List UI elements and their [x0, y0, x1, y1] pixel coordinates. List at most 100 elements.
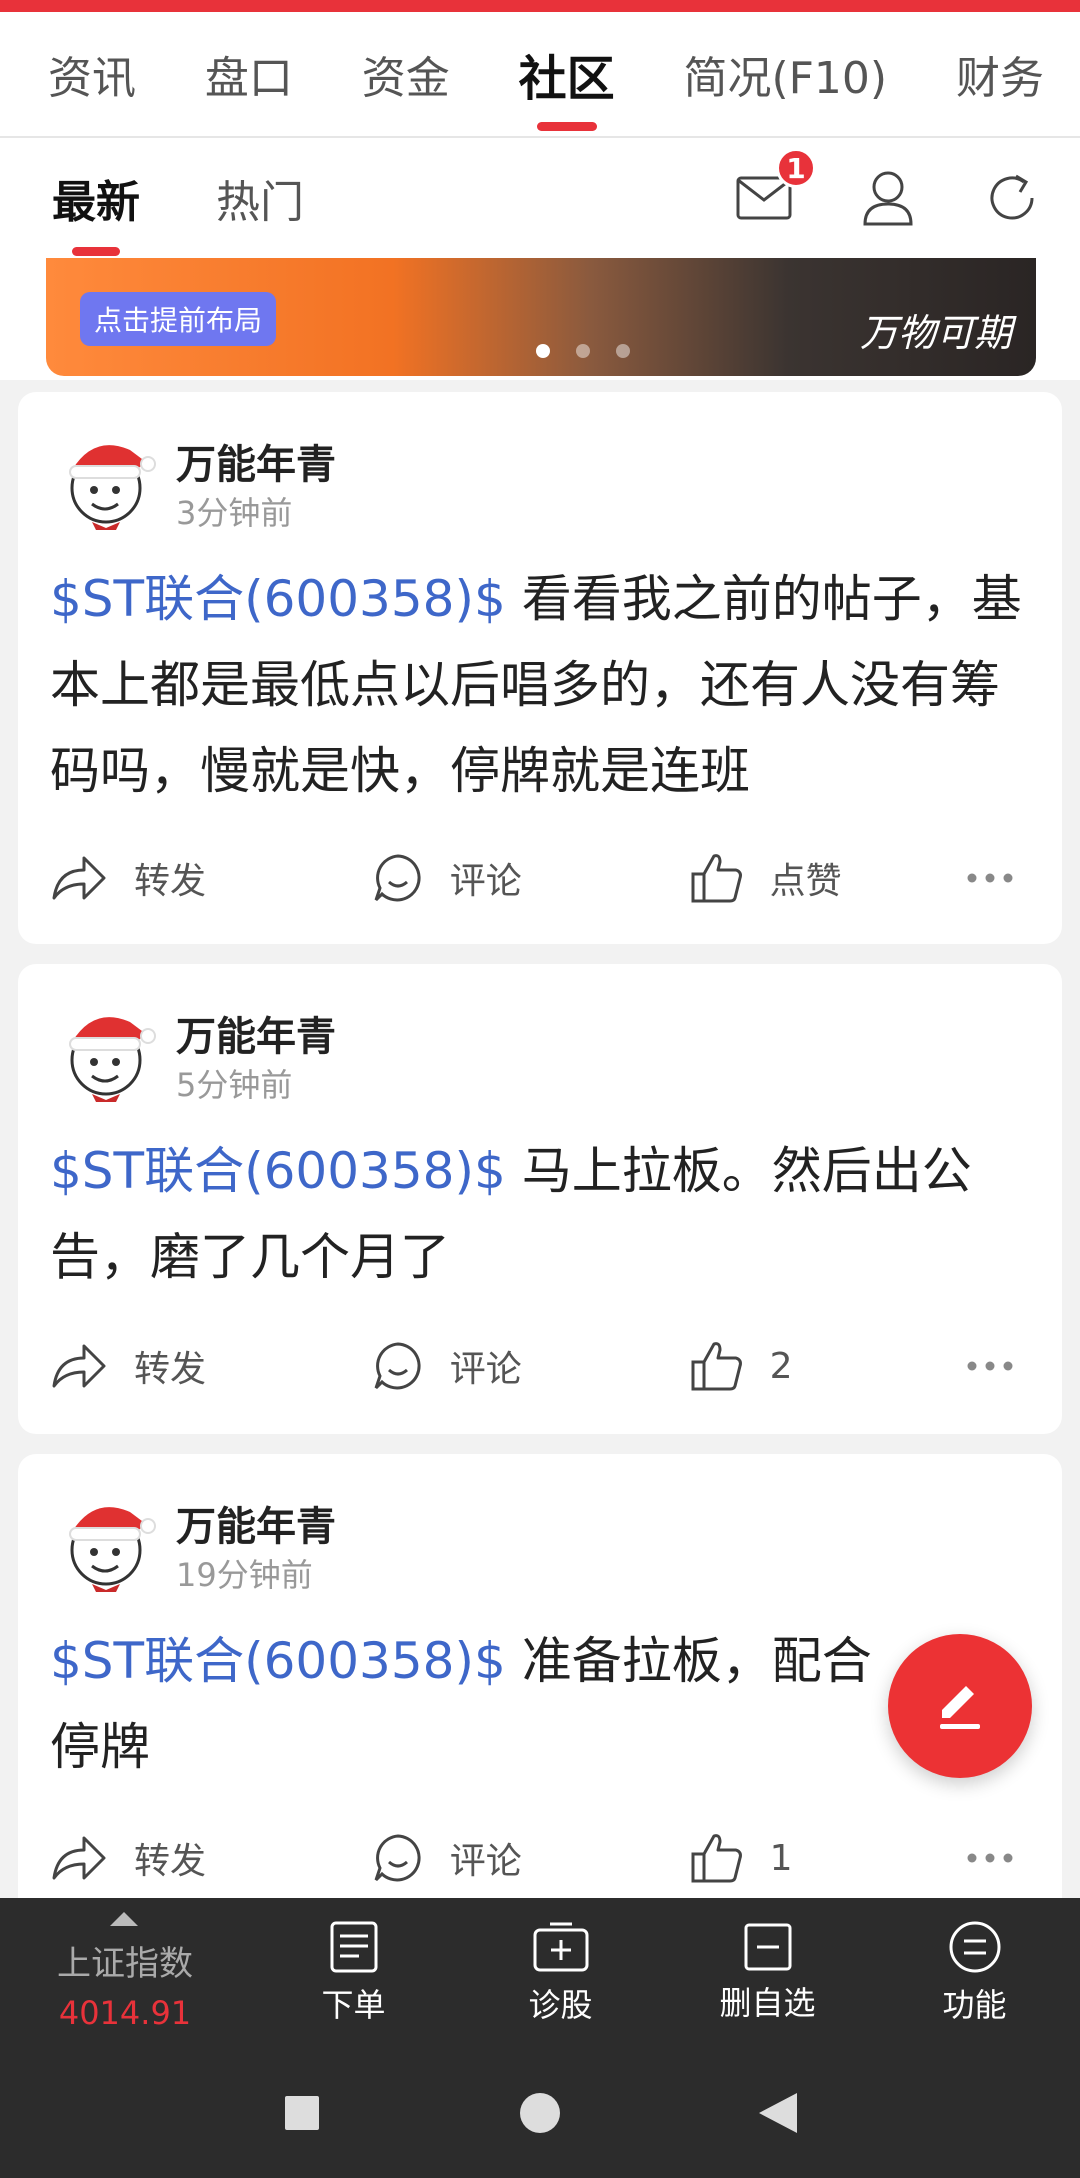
like-count: 1: [769, 1837, 793, 1879]
share-button[interactable]: 转发: [50, 852, 372, 904]
more-icon: [967, 873, 1013, 883]
diagnose-label: 诊股: [528, 1986, 593, 2024]
share-icon: [52, 1344, 106, 1388]
remove-watchlist-button[interactable]: 删自选: [664, 1898, 871, 2048]
comment-icon: [374, 854, 421, 902]
like-button[interactable]: 1: [690, 1832, 966, 1884]
bottom-toolbar: 上证指数 4014.91 下单 诊股 删自选 功能: [0, 1898, 1080, 2048]
more-button[interactable]: [966, 872, 1040, 884]
share-button[interactable]: 转发: [50, 1832, 372, 1884]
comment-icon: [374, 1834, 421, 1882]
subtab-latest[interactable]: 最新: [52, 138, 140, 258]
comment-label: 评论: [449, 1841, 522, 1882]
tab-community[interactable]: 社区: [519, 11, 615, 137]
post-content[interactable]: $ST联合(600358)$ 看看我之前的帖子，基本上都是最低点以后唱多的，还有…: [50, 556, 1040, 814]
subtab-hot[interactable]: 热门: [216, 138, 304, 258]
banner-cta-button[interactable]: 点击提前布局: [80, 292, 277, 346]
author-name[interactable]: 万能年青: [176, 432, 336, 490]
back-button[interactable]: [743, 2078, 813, 2148]
index-value: 4014.91: [58, 1994, 192, 2032]
tab-funds[interactable]: 资金: [362, 11, 450, 137]
diagnose-button[interactable]: 诊股: [457, 1898, 664, 2048]
pencil-icon: [940, 1686, 980, 1729]
home-button[interactable]: [505, 2078, 575, 2148]
more-button[interactable]: [966, 1852, 1040, 1864]
thumbs-up-icon: [691, 1834, 742, 1883]
avatar[interactable]: [54, 1492, 158, 1596]
tab-profile-f10[interactable]: 简况(F10): [683, 11, 887, 137]
banner-area: 点击提前布局 万物可期: [0, 258, 1080, 380]
post-time: 3分钟前: [176, 494, 293, 532]
avatar[interactable]: [54, 1002, 158, 1106]
square-icon: [285, 2096, 319, 2130]
compose-post-button[interactable]: [888, 1634, 1032, 1778]
post-time: 19分钟前: [176, 1556, 313, 1594]
profile-icon[interactable]: [856, 166, 920, 230]
comment-button[interactable]: 评论: [372, 1832, 690, 1884]
recents-button[interactable]: [267, 2078, 337, 2148]
banner-pagination: [536, 344, 656, 358]
sub-tabs: 最新 热门 1: [0, 138, 1080, 258]
share-label: 转发: [134, 1349, 207, 1390]
stock-link[interactable]: $ST联合(600358)$: [50, 1142, 506, 1200]
main-tabs: 资讯 盘口 资金 社区 简况(F10) 财务: [0, 12, 1080, 138]
index-ticker[interactable]: 上证指数 4014.91: [0, 1898, 250, 2048]
circle-icon: [520, 2093, 560, 2133]
index-name: 上证指数: [57, 1944, 193, 1984]
comment-button[interactable]: 评论: [372, 852, 690, 904]
comment-label: 评论: [449, 1349, 522, 1390]
tab-news[interactable]: 资讯: [48, 11, 136, 137]
author-name[interactable]: 万能年青: [176, 1004, 336, 1062]
sub-toolbar: 1: [672, 138, 1044, 258]
stock-link[interactable]: $ST联合(600358)$: [50, 1632, 506, 1690]
like-count: 2: [769, 1345, 793, 1387]
mail-icon[interactable]: 1: [732, 148, 816, 230]
author-name[interactable]: 万能年青: [176, 1494, 336, 1552]
share-label: 转发: [134, 1841, 207, 1882]
more-icon: [967, 1361, 1013, 1371]
notification-badge: 1: [776, 148, 816, 188]
order-form-icon: [330, 1921, 377, 1973]
menu-circle-icon: [949, 1921, 1000, 1973]
like-button[interactable]: 点赞: [690, 852, 966, 904]
stock-link[interactable]: $ST联合(600358)$: [50, 570, 506, 628]
banner-dot-active: [536, 344, 550, 358]
avatar[interactable]: [54, 430, 158, 534]
comment-label: 评论: [449, 861, 522, 902]
banner-dot: [576, 344, 590, 358]
tab-market[interactable]: 盘口: [205, 11, 293, 137]
tab-finance[interactable]: 财务: [956, 11, 1044, 137]
functions-label: 功能: [942, 1986, 1007, 2024]
thumbs-up-icon: [691, 1342, 742, 1391]
more-icon: [967, 1853, 1013, 1863]
system-navigation-bar: [0, 2048, 1080, 2178]
more-button[interactable]: [966, 1360, 1040, 1372]
banner-dot: [616, 344, 630, 358]
post-actions: 转发 评论 1: [50, 1818, 1040, 1898]
refresh-icon[interactable]: [980, 166, 1044, 230]
order-label: 下单: [321, 1986, 386, 2024]
post-time: 5分钟前: [176, 1066, 293, 1104]
post-card[interactable]: 万能年青 3分钟前 $ST联合(600358)$ 看看我之前的帖子，基本上都是最…: [18, 392, 1062, 944]
like-button[interactable]: 2: [690, 1340, 966, 1392]
like-label: 点赞: [769, 861, 842, 902]
post-content[interactable]: $ST联合(600358)$ 马上拉板。然后出公告，磨了几个月了: [50, 1128, 1040, 1300]
order-button[interactable]: 下单: [250, 1898, 457, 2048]
diagnose-icon: [533, 1922, 588, 1972]
minus-box-icon: [744, 1923, 791, 1971]
post-text-line2: 停牌: [50, 1718, 150, 1776]
thumbs-up-icon: [691, 854, 742, 903]
triangle-back-icon: [759, 2093, 797, 2133]
post-card[interactable]: 万能年青 5分钟前 $ST联合(600358)$ 马上拉板。然后出公告，磨了几个…: [18, 964, 1062, 1434]
post-actions: 转发 评论 2: [50, 1326, 1040, 1406]
banner-brand-logo: 万物可期: [859, 311, 1012, 355]
share-icon: [52, 856, 106, 900]
expand-up-icon: [110, 1912, 138, 1926]
remove-watchlist-label: 删自选: [719, 1984, 816, 2022]
functions-button[interactable]: 功能: [871, 1898, 1078, 2048]
comment-button[interactable]: 评论: [372, 1340, 690, 1392]
post-text: 准备拉板，配合: [505, 1632, 872, 1690]
share-label: 转发: [134, 861, 207, 902]
share-button[interactable]: 转发: [50, 1340, 372, 1392]
promo-banner[interactable]: 点击提前布局 万物可期: [46, 258, 1036, 376]
